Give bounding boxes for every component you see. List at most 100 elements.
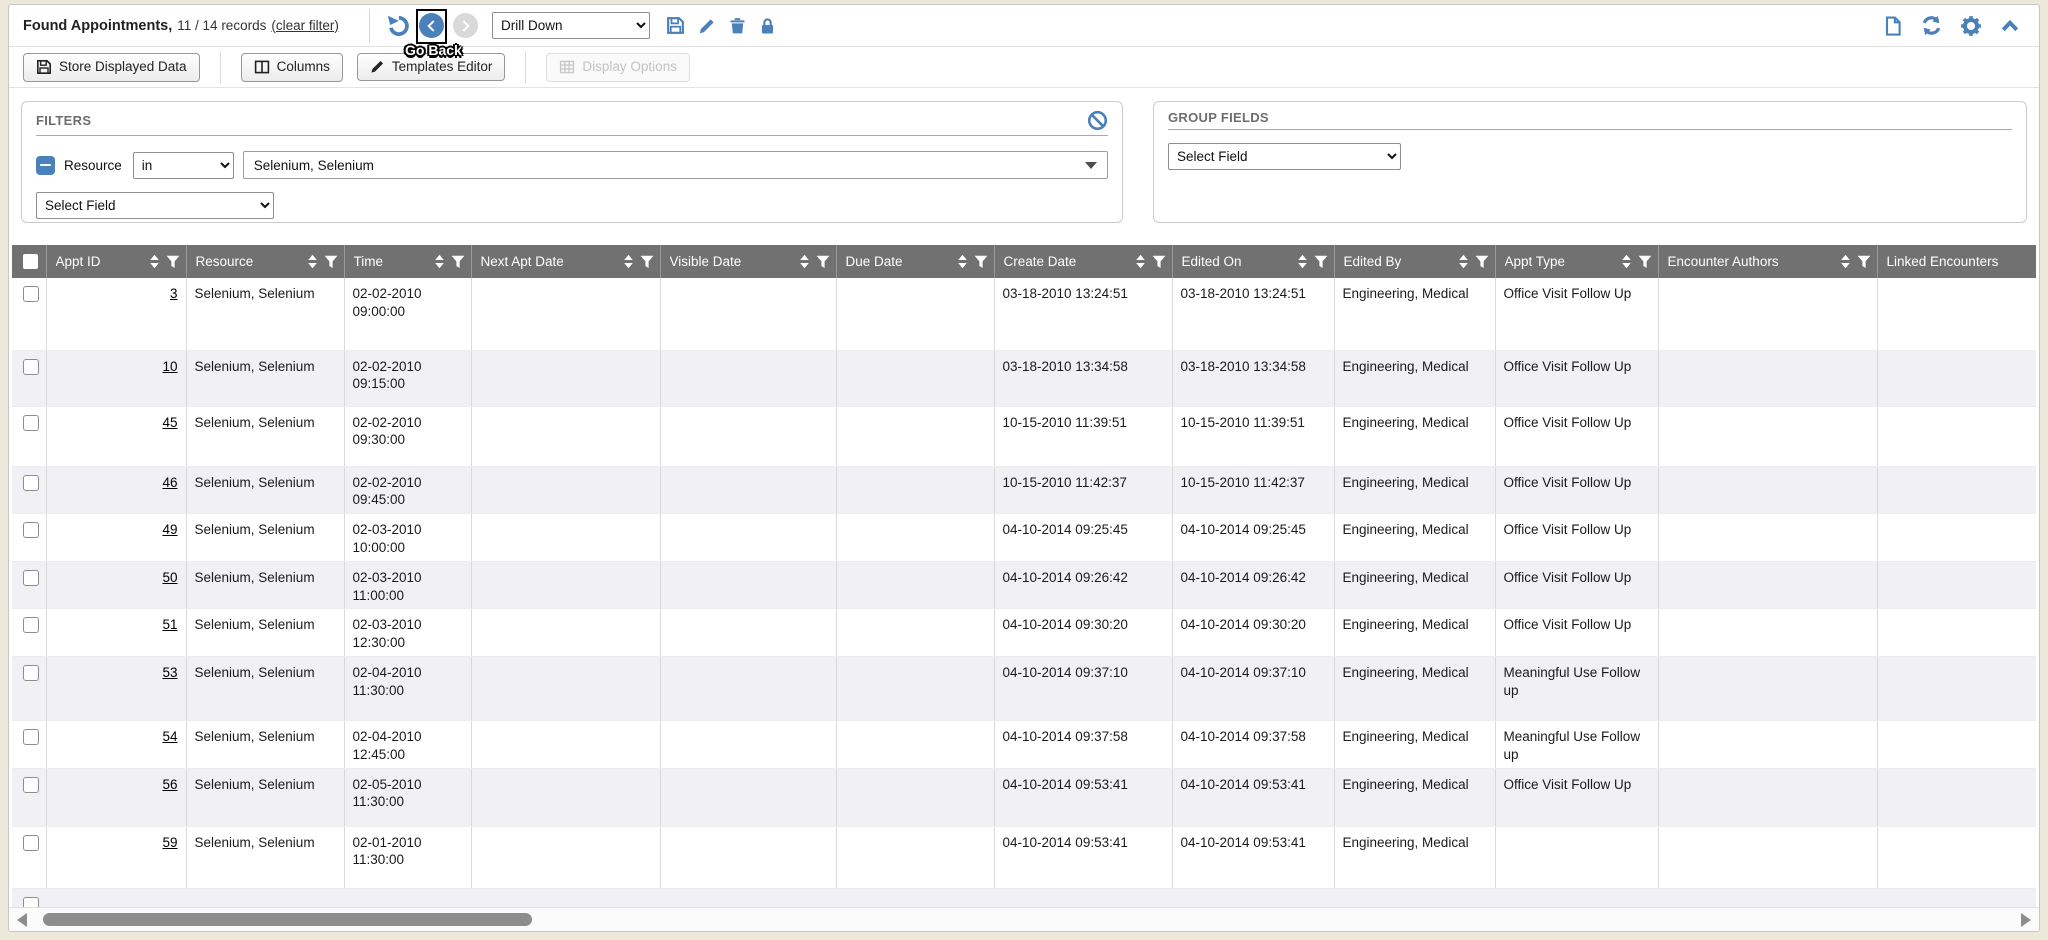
group-field-select[interactable]: Select Field (1168, 143, 1401, 170)
column-header-time[interactable]: Time (344, 245, 471, 278)
column-header-create-date[interactable]: Create Date (994, 245, 1172, 278)
column-header-encounter-authors[interactable]: Encounter Authors (1658, 245, 1877, 278)
row-checkbox[interactable] (23, 522, 39, 538)
row-checkbox[interactable] (23, 729, 39, 745)
store-displayed-data-button[interactable]: Store Displayed Data (23, 53, 200, 82)
go-back-tooltip: Go Back (405, 42, 462, 58)
h-scrollbar-thumb[interactable] (43, 913, 532, 926)
column-header-linked-encounters[interactable]: Linked Encounters (1877, 245, 2036, 278)
appt-id-link[interactable]: 46 (162, 475, 177, 490)
sort-icon[interactable] (1296, 254, 1309, 269)
scroll-right-arrow-icon[interactable] (2021, 913, 2031, 927)
drill-down-select[interactable]: Drill Down (492, 12, 650, 39)
cell-time: 02-03-201011:00:00 (344, 561, 471, 609)
column-header-edited-on[interactable]: Edited On (1172, 245, 1334, 278)
go-back-icon[interactable] (419, 13, 444, 38)
select-all-checkbox[interactable] (23, 254, 38, 269)
cell-edited-by: Engineering, Medical (1334, 406, 1495, 466)
row-checkbox[interactable] (23, 835, 39, 851)
column-header-due-date[interactable]: Due Date (836, 245, 994, 278)
column-header-visible-date[interactable]: Visible Date (660, 245, 836, 278)
appt-id-link[interactable]: 3 (170, 286, 178, 301)
sort-icon[interactable] (1457, 254, 1470, 269)
sort-icon[interactable] (622, 254, 635, 269)
appt-id-link[interactable]: 56 (162, 777, 177, 792)
save-icon[interactable] (666, 16, 685, 35)
filter-funnel-icon[interactable] (451, 255, 465, 269)
filter-funnel-icon[interactable] (166, 255, 180, 269)
filter-funnel-icon[interactable] (1152, 255, 1166, 269)
row-checkbox[interactable] (23, 617, 39, 633)
row-checkbox[interactable] (23, 665, 39, 681)
nav-icons: Go Back (386, 13, 478, 38)
filter-operator-select[interactable]: in (133, 152, 234, 179)
filter-funnel-icon[interactable] (1638, 255, 1652, 269)
add-filter-field-select[interactable]: Select Field (36, 192, 274, 219)
appt-id-link[interactable]: 45 (162, 415, 177, 430)
cell-appt-id: 46 (46, 466, 186, 514)
pencil-icon[interactable] (698, 17, 716, 35)
row-checkbox[interactable] (23, 475, 39, 491)
cell-create-date: 04-10-2014 09:53:41 (994, 826, 1172, 888)
sort-icon[interactable] (1620, 254, 1633, 269)
trash-icon[interactable] (729, 17, 746, 35)
filter-funnel-icon[interactable] (1314, 255, 1328, 269)
disable-filters-icon[interactable] (1087, 110, 1108, 131)
collapse-icon[interactable] (1999, 16, 2021, 36)
new-document-icon[interactable] (1883, 15, 1903, 37)
filter-funnel-icon[interactable] (1475, 255, 1489, 269)
appt-id-link[interactable]: 51 (162, 617, 177, 632)
appt-id-link[interactable]: 50 (162, 570, 177, 585)
go-back-button-wrap: Go Back (419, 13, 444, 38)
refresh-icon[interactable] (1920, 14, 1943, 37)
column-header-next-apt-date[interactable]: Next Apt Date (471, 245, 660, 278)
column-header-appt-type[interactable]: Appt Type (1495, 245, 1658, 278)
table-row: 49Selenium, Selenium02-03-201010:00:0004… (12, 514, 2036, 562)
cell-linked-encounters (1877, 350, 2036, 406)
column-header-edited-by[interactable]: Edited By (1334, 245, 1495, 278)
remove-filter-icon[interactable] (36, 156, 55, 175)
gear-icon[interactable] (1960, 15, 1982, 37)
cell-appt-id: 50 (46, 561, 186, 609)
cell-due-date (836, 350, 994, 406)
appt-id-link[interactable]: 53 (162, 665, 177, 680)
group-fields-panel: GROUP FIELDS Select Field (1153, 101, 2027, 223)
filter-funnel-icon[interactable] (640, 255, 654, 269)
appt-id-link[interactable]: 10 (162, 359, 177, 374)
column-header-appt-id[interactable]: Appt ID (46, 245, 186, 278)
clear-filter-link[interactable]: (clear filter) (271, 18, 339, 33)
row-checkbox[interactable] (23, 359, 39, 375)
row-select-cell (12, 768, 46, 826)
row-checkbox[interactable] (23, 286, 39, 302)
cell-appt-id: 49 (46, 514, 186, 562)
filter-funnel-icon[interactable] (816, 255, 830, 269)
lock-icon[interactable] (759, 17, 776, 35)
cell-visible-date (660, 278, 836, 350)
row-checkbox[interactable] (23, 777, 39, 793)
appt-id-link[interactable]: 59 (162, 835, 177, 850)
appt-id-link[interactable]: 54 (162, 729, 177, 744)
column-label: Time (354, 254, 428, 269)
sort-icon[interactable] (1839, 254, 1852, 269)
sort-icon[interactable] (433, 254, 446, 269)
cell-due-date (836, 768, 994, 826)
cell-resource: Selenium, Selenium (186, 609, 344, 657)
columns-button[interactable]: Columns (241, 53, 343, 82)
sort-icon[interactable] (1134, 254, 1147, 269)
filter-value-combobox[interactable]: Selenium, Selenium (243, 151, 1108, 179)
column-header-resource[interactable]: Resource (186, 245, 344, 278)
scroll-left-arrow-icon[interactable] (17, 913, 27, 927)
go-forward-icon[interactable] (453, 13, 478, 38)
filter-funnel-icon[interactable] (1857, 255, 1871, 269)
appt-id-link[interactable]: 49 (162, 522, 177, 537)
filter-funnel-icon[interactable] (974, 255, 988, 269)
sort-icon[interactable] (306, 254, 319, 269)
sort-icon[interactable] (956, 254, 969, 269)
filter-funnel-icon[interactable] (324, 255, 338, 269)
undo-icon[interactable] (386, 14, 410, 38)
row-checkbox[interactable] (23, 415, 39, 431)
column-label: Resource (196, 254, 301, 269)
sort-icon[interactable] (798, 254, 811, 269)
row-checkbox[interactable] (23, 570, 39, 586)
sort-icon[interactable] (148, 254, 161, 269)
